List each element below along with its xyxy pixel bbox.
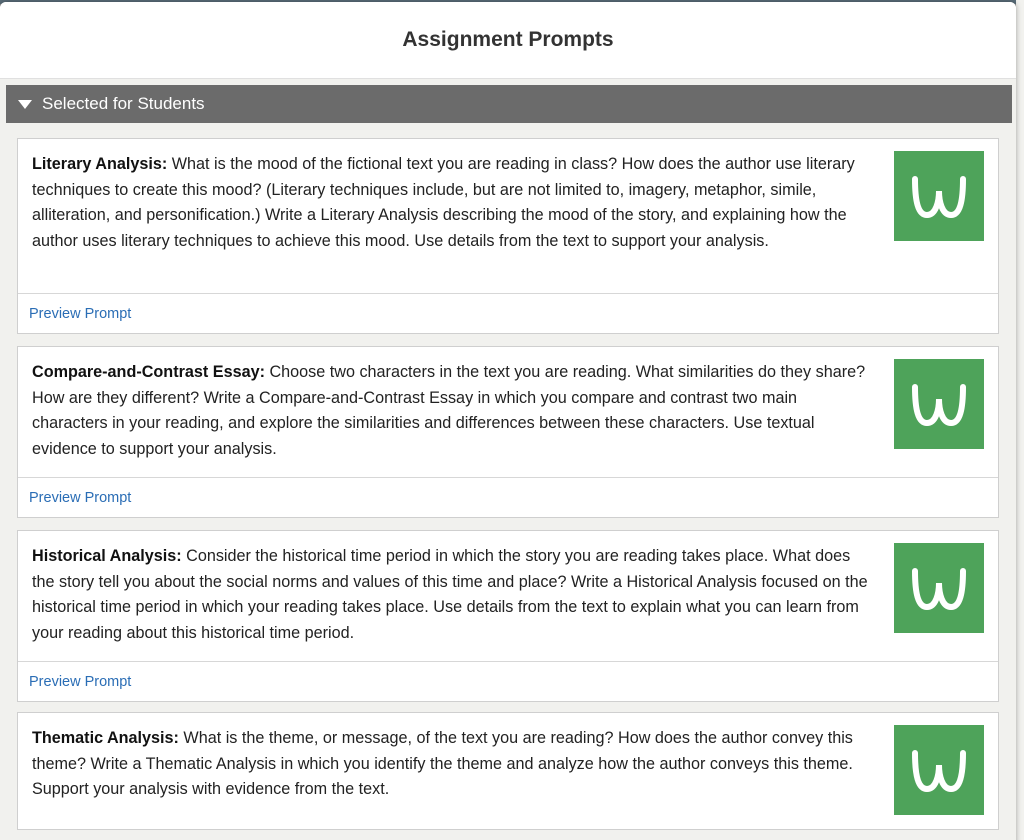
section-toggle-selected-for-students[interactable]: Selected for Students [6,85,1012,123]
prompt-card-historical-analysis: Historical Analysis: Consider the histor… [17,530,999,702]
prompt-title: Historical Analysis: [32,547,182,565]
writable-w-logo-icon [894,543,984,633]
prompt-card-thematic-analysis: Thematic Analysis: What is the theme, or… [17,712,999,830]
prompt-title: Compare-and-Contrast Essay: [32,363,265,381]
prompt-footer: Preview Prompt [18,477,998,517]
writable-w-logo-icon [894,359,984,449]
prompt-footer: Preview Prompt [18,661,998,701]
modal-title: Assignment Prompts [402,28,614,51]
writable-w-logo-icon [894,725,984,815]
prompt-body: Thematic Analysis: What is the theme, or… [18,713,998,829]
prompt-footer: Preview Prompt [18,293,998,333]
preview-prompt-link[interactable]: Preview Prompt [29,674,131,690]
prompt-card-literary-analysis: Literary Analysis: What is the mood of t… [17,138,999,334]
preview-prompt-link[interactable]: Preview Prompt [29,306,131,322]
modal-header: Assignment Prompts [0,2,1016,79]
writable-w-logo-icon [894,151,984,241]
prompt-body: Compare-and-Contrast Essay: Choose two c… [18,347,998,477]
preview-prompt-link[interactable]: Preview Prompt [29,490,131,506]
prompt-body: Historical Analysis: Consider the histor… [18,531,998,661]
caret-down-icon [18,99,32,109]
prompt-body: Literary Analysis: What is the mood of t… [18,139,998,293]
prompt-title: Thematic Analysis: [32,729,179,747]
background-page [1016,0,1024,840]
section-label: Selected for Students [42,94,205,113]
prompt-card-compare-contrast: Compare-and-Contrast Essay: Choose two c… [17,346,999,518]
prompt-title: Literary Analysis: [32,155,168,173]
